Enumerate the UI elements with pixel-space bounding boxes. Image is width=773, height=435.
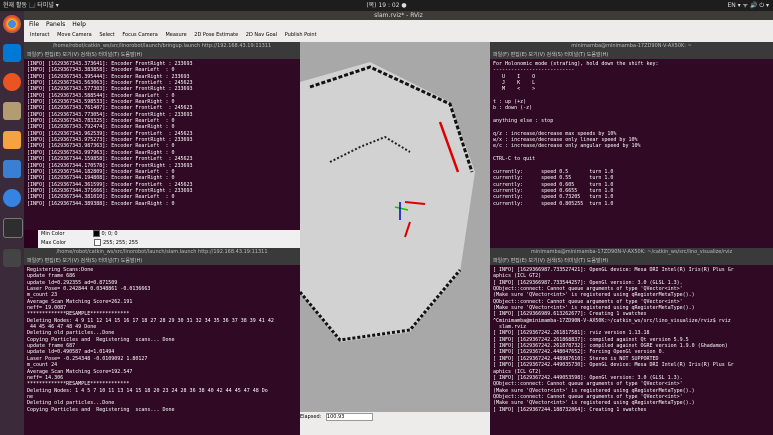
min-color-row[interactable]: Min Color 0; 0; 0	[38, 230, 300, 239]
rviz-properties-panel: Min Color 0; 0; 0 Max Color 255; 255; 255	[38, 230, 300, 248]
time-panel: Elapsed: 100.93	[300, 412, 490, 422]
rviz-menubar: File Panels Help	[24, 20, 773, 29]
text-editor-icon[interactable]	[3, 160, 21, 178]
terminal-line: currently: speed 0.805255 turn 1.0	[493, 200, 614, 207]
tool-interact[interactable]: Interact	[30, 32, 50, 38]
terminal-title: minimamba@minimamba-17ZD90N-V-AX50K: ~/c…	[490, 248, 773, 257]
tool-focus-camera[interactable]: Focus Camera	[122, 32, 158, 38]
system-tray[interactable]: EN ▾ ᯤ 🔊 ⏻ ▾	[727, 0, 769, 11]
rviz-toolbar: Interact Move Camera Select Focus Camera…	[24, 29, 773, 43]
terminal-output[interactable]: [INFO] [1629367343.373641]: Encoder Fron…	[24, 59, 300, 209]
terminal-title: minimamba@minimamba-17ZD90N-V-AX50K: ~	[490, 42, 773, 51]
tool-2d-nav-goal[interactable]: 2D Nav Goal	[246, 32, 277, 38]
terminal-rviz[interactable]: minimamba@minimamba-17ZD90N-V-AX50K: ~/c…	[490, 248, 773, 435]
menu-help[interactable]: Help	[72, 21, 86, 28]
tool-select[interactable]: Select	[99, 32, 114, 38]
tool-measure[interactable]: Measure	[165, 32, 186, 38]
terminal-line: [ INFO] [1629367242.449035730]: OpenGL d…	[493, 362, 734, 369]
clock[interactable]: (목) 19 : 02 ●	[0, 0, 773, 11]
terminal-title: /home/robot/catkin_ws/src/linorobot/laun…	[24, 248, 300, 257]
elapsed-value: 100.93	[325, 412, 373, 421]
terminal-title: /home/robot/catkin_ws/src/linorobot/laun…	[24, 42, 300, 51]
system-top-bar: 현재 활동 🗔 터미널 ▾ (목) 19 : 02 ● EN ▾ ᯤ 🔊 ⏻ ▾	[0, 0, 773, 11]
help-icon[interactable]	[3, 189, 21, 207]
terminal-line: Copying Particles and Registering scans.…	[27, 406, 175, 413]
tool-publish-point[interactable]: Publish Point	[285, 32, 317, 38]
menu-panels[interactable]: Panels	[46, 21, 65, 28]
max-color-row[interactable]: Max Color 255; 255; 255	[38, 239, 300, 248]
terminal-teleop[interactable]: minimamba@minimamba-17ZD90N-V-AX50K: ~ 파…	[490, 42, 773, 248]
chrome-icon[interactable]	[3, 15, 21, 33]
terminal-menu[interactable]: 파일(F) 편집(E) 보기(V) 검색(S) 터미널(T) 도움말(H)	[24, 257, 300, 265]
rviz-window-title: slam.rviz* - RViz	[24, 11, 773, 20]
terminal-line: Deleting Nodes: 1 4 5 7 10 11 13 14 15 1…	[27, 387, 268, 394]
menu-file[interactable]: File	[29, 21, 39, 28]
slam-map	[300, 62, 475, 342]
terminal-menu[interactable]: 파일(F) 편집(E) 보기(V) 검색(S) 터미널(T) 도움말(H)	[490, 51, 773, 59]
terminal-output[interactable]: Registering Scans:Done update frame 686 up…	[24, 265, 300, 415]
tool-move-camera[interactable]: Move Camera	[57, 32, 92, 38]
rviz-3d-view[interactable]	[300, 42, 490, 412]
tool-2d-pose-estimate[interactable]: 2D Pose Estimate	[194, 32, 238, 38]
elapsed-label: Elapsed:	[300, 414, 322, 420]
rviz-icon[interactable]	[3, 249, 21, 267]
terminal-line: ^Cminimamba@minimamba-17ZD90N-V-AX50K:~/…	[493, 317, 731, 324]
terminal-menu[interactable]: 파일(F) 편집(E) 보기(V) 검색(S) 터미널(T) 도움말(H)	[24, 51, 300, 59]
software-icon[interactable]	[3, 131, 21, 149]
terminal-line: [ INFO] [1629367244.188732064]: Creating…	[493, 406, 647, 413]
terminal-icon[interactable]	[3, 218, 23, 238]
vscode-icon[interactable]	[3, 44, 21, 62]
terminal-bringup[interactable]: /home/robot/catkin_ws/src/linorobot/laun…	[24, 42, 300, 230]
terminal-output[interactable]: [ INFO] [1629366987.733527421]: OpenGL d…	[490, 265, 773, 415]
terminal-output[interactable]: For Holonomic mode (strafing), hold down…	[490, 59, 773, 209]
terminal-menu[interactable]: 파일(F) 편집(E) 보기(V) 검색(S) 터미널(T) 도움말(H)	[490, 257, 773, 265]
files-icon[interactable]	[3, 102, 21, 120]
settings-icon[interactable]	[3, 73, 21, 91]
launcher-dock	[0, 11, 24, 435]
terminal-slam[interactable]: /home/robot/catkin_ws/src/linorobot/laun…	[24, 248, 300, 435]
terminal-line: [INFO] [1629367344.389388]: Encoder Rear…	[27, 200, 175, 207]
